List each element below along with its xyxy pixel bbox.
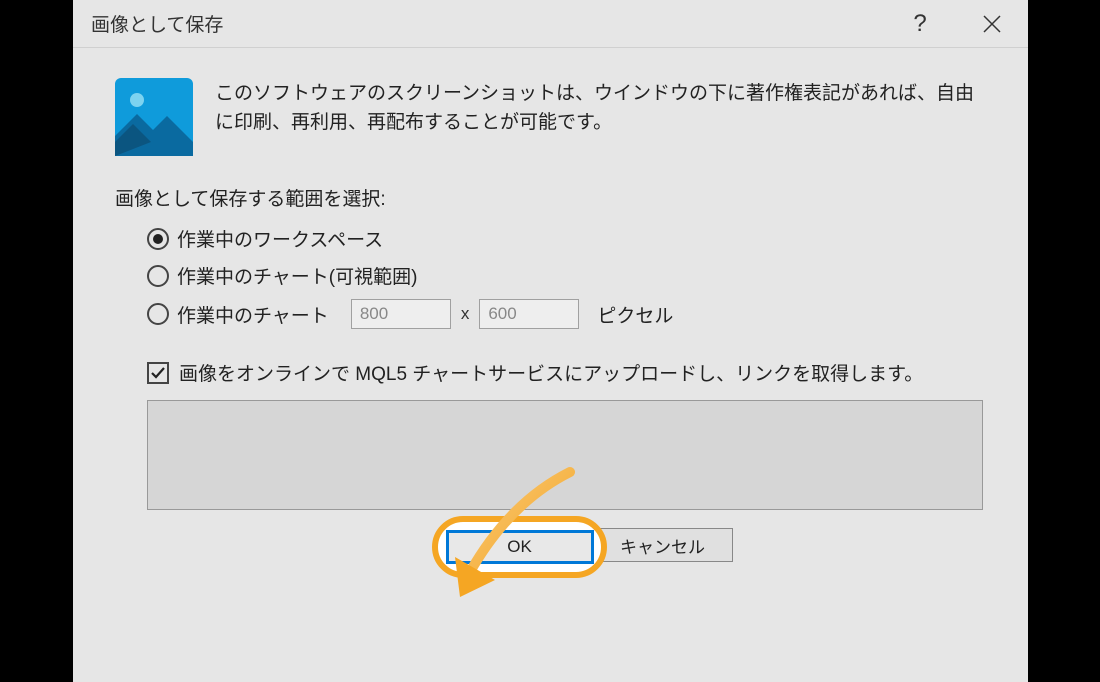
- dialog-title: 画像として保存: [91, 10, 884, 37]
- titlebar-controls: ?: [884, 0, 1028, 47]
- checkmark-icon: [150, 365, 166, 381]
- ok-button-label: OK: [507, 537, 532, 557]
- intro-text: このソフトウェアのスクリーンショットは、ウインドウの下に著作権表記があれば、自由…: [215, 78, 986, 156]
- cancel-button-label: キャンセル: [620, 533, 705, 558]
- radio-workspace-control[interactable]: [147, 228, 169, 250]
- close-button[interactable]: [956, 0, 1028, 47]
- link-textarea[interactable]: [147, 400, 983, 510]
- width-input[interactable]: [351, 299, 451, 329]
- help-button[interactable]: ?: [884, 0, 956, 47]
- range-radio-group: 作業中のワークスペース 作業中のチャート(可視範囲) 作業中のチャート x ピク…: [115, 225, 986, 339]
- range-section-label: 画像として保存する範囲を選択:: [115, 184, 986, 211]
- upload-checkbox-label: 画像をオンラインで MQL5 チャートサービスにアップロードし、リンクを取得しま…: [179, 359, 923, 386]
- dialog-button-row: OK キャンセル: [115, 528, 986, 562]
- ok-button[interactable]: OK: [446, 530, 594, 564]
- close-icon: [983, 15, 1001, 33]
- cancel-button[interactable]: キャンセル: [593, 528, 733, 562]
- radio-chart-custom[interactable]: 作業中のチャート x ピクセル: [147, 299, 986, 329]
- size-separator: x: [461, 304, 470, 324]
- radio-chart-visible-control[interactable]: [147, 265, 169, 287]
- upload-checkbox-row[interactable]: 画像をオンラインで MQL5 チャートサービスにアップロードし、リンクを取得しま…: [115, 359, 986, 386]
- radio-chart-visible[interactable]: 作業中のチャート(可視範囲): [147, 262, 986, 289]
- radio-chart-visible-label: 作業中のチャート(可視範囲): [177, 262, 417, 289]
- ok-button-highlight: OK: [432, 516, 607, 578]
- radio-workspace-label: 作業中のワークスペース: [177, 225, 383, 252]
- titlebar: 画像として保存 ?: [73, 0, 1028, 48]
- upload-checkbox[interactable]: [147, 362, 169, 384]
- radio-workspace[interactable]: 作業中のワークスペース: [147, 225, 986, 252]
- size-inputs: x ピクセル: [351, 299, 674, 329]
- dialog-content: このソフトウェアのスクリーンショットは、ウインドウの下に著作権表記があれば、自由…: [73, 48, 1028, 682]
- radio-chart-custom-label: 作業中のチャート: [177, 301, 329, 328]
- save-image-dialog: 画像として保存 ? このソフトウェアのスクリーンショットは、ウインドウの: [73, 0, 1028, 682]
- app-image-icon: [115, 78, 193, 156]
- radio-chart-custom-control[interactable]: [147, 303, 169, 325]
- size-unit-label: ピクセル: [597, 301, 673, 328]
- height-input[interactable]: [479, 299, 579, 329]
- intro-section: このソフトウェアのスクリーンショットは、ウインドウの下に著作権表記があれば、自由…: [115, 78, 986, 156]
